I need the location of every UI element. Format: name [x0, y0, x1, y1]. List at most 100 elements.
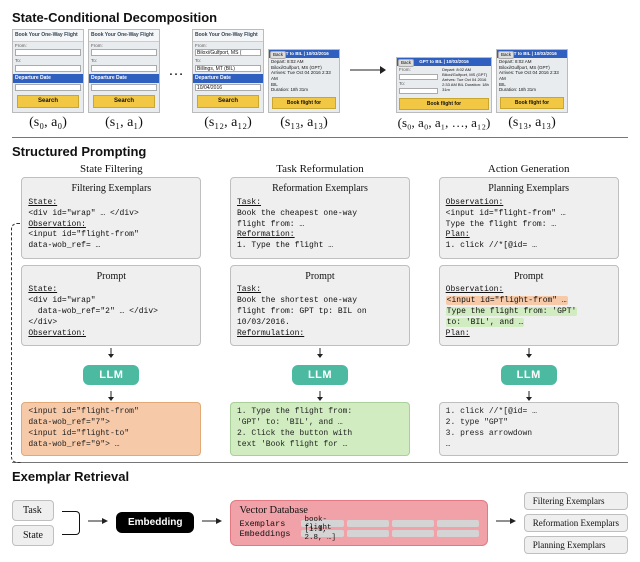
divider — [12, 137, 628, 138]
to-label: To: — [89, 57, 159, 64]
itinerary-text: Depart: 8:02 AM Biloxi/Gulfport, MS (GPT… — [440, 66, 491, 96]
state-collapsed-group: GPT to BIL | 10/03/2016 Back From: To: D… — [396, 57, 492, 131]
form-title: Book Your One-Way Flight — [193, 30, 263, 42]
vdb-row-label: Embeddings — [239, 529, 295, 539]
itinerary-text: Depart: 8:02 AM Biloxi/Gulfport, MS (GPT… — [269, 58, 339, 94]
llm-block: LLM — [292, 365, 348, 385]
state-12-group: Book Your One-Way Flight From: Biloxi/Gu… — [192, 29, 264, 131]
output-box: Planning Exemplars — [524, 536, 628, 554]
state-1-group: Book Your One-Way Flight From: To: Depar… — [88, 29, 160, 131]
to-field — [399, 88, 438, 94]
state-0-group: Book Your One-Way Flight From: To: Depar… — [12, 29, 84, 131]
vdb-stub — [437, 520, 479, 527]
join-lines — [62, 511, 80, 535]
search-button: Search — [17, 95, 79, 109]
output-exemplars: Filtering Exemplars Reformation Exemplar… — [524, 492, 628, 554]
book-button: Book flight for — [272, 97, 336, 110]
form-title: Book Your One-Way Flight — [13, 30, 83, 42]
filtering-exemplar-card: Filtering Exemplars State: <div id="wrap… — [21, 177, 201, 258]
vdb-title: Vector Database — [239, 505, 478, 516]
back-button: Back — [270, 51, 286, 59]
vdb-stub — [392, 530, 434, 537]
llm-block: LLM — [83, 365, 139, 385]
flight-form-blank: Book Your One-Way Flight From: To: Depar… — [88, 29, 160, 113]
vdb-stub — [437, 530, 479, 537]
dep-header: Departure Date — [89, 74, 159, 83]
arrow-right-icon — [88, 516, 108, 529]
from-label: From: — [13, 42, 83, 49]
section-1-title: State-Conditional Decomposition — [12, 10, 628, 25]
date-field — [15, 84, 81, 91]
from-label: From: — [193, 42, 263, 49]
divider — [12, 462, 628, 463]
book-button: Book flight for — [500, 97, 564, 110]
vdb-stub: [1.1, 2.8, …] — [301, 530, 343, 537]
section-2-title: Structured Prompting — [12, 144, 628, 159]
card-title: Planning Exemplars — [446, 182, 612, 196]
dep-header: Departure Date — [13, 74, 83, 83]
task-box: Task — [12, 500, 54, 521]
card-title: Filtering Exemplars — [28, 182, 194, 196]
card-title: Prompt — [28, 270, 194, 284]
reformation-result: 1. Type the flight from: 'GPT' to: 'BIL'… — [230, 402, 410, 455]
col-title: Action Generation — [488, 163, 570, 175]
vdb-stub: book-flight — [301, 520, 343, 527]
sa-label-0: (s₀, a₀) — [12, 115, 84, 131]
back-button: Back — [398, 59, 414, 67]
ellipsis: … — [164, 62, 188, 98]
sa-label-13b: (s₁₃, a₁₃) — [496, 115, 568, 131]
sa-label-13: (s₁₃, a₁₃) — [268, 115, 340, 131]
flight-results: GPT to BIL | 10/03/2016 Back Depart: 8:0… — [268, 49, 340, 113]
search-button: Search — [197, 95, 259, 109]
flight-results: GPT to BIL | 10/03/2016 Back Depart: 8:0… — [496, 49, 568, 113]
section-3-title: Exemplar Retrieval — [12, 469, 628, 484]
flight-form-filled: Book Your One-Way Flight From: Biloxi/Gu… — [192, 29, 264, 113]
to-label: To: — [193, 57, 263, 64]
col-state-filtering: State Filtering Filtering Exemplars Stat… — [12, 163, 211, 455]
reformation-exemplar-card: Reformation Exemplars Task: Book the che… — [230, 177, 410, 258]
sa-label-collapsed: (s₀, a₀, a₁, …, a₁₂) — [396, 115, 492, 131]
search-button: Search — [93, 95, 155, 109]
arrow-down-icon — [106, 348, 116, 361]
from-field: Biloxi/Gulfport, MS ( — [195, 49, 261, 56]
dashed-connector — [11, 223, 21, 463]
card-title: Reformation Exemplars — [237, 182, 403, 196]
vdb-row-label: Exemplars — [239, 519, 295, 529]
vdb-stub — [392, 520, 434, 527]
embedding-block: Embedding — [116, 512, 194, 533]
card-title: Prompt — [237, 270, 403, 284]
task-state-stack: Task State — [12, 500, 54, 546]
planning-prompt-card: Prompt Observation: <input id="flight-fr… — [439, 265, 619, 346]
card-title: Prompt — [446, 270, 612, 284]
flight-results: GPT to BIL | 10/03/2016 Back From: To: D… — [396, 57, 492, 113]
flight-form-blank: Book Your One-Way Flight From: To: Depar… — [12, 29, 84, 113]
arrow-right-icon — [496, 516, 516, 529]
sa-label-1: (s₁, a₁) — [88, 115, 160, 131]
structured-prompting-columns: State Filtering Filtering Exemplars Stat… — [12, 163, 628, 455]
col-task-reformulation: Task Reformulation Reformation Exemplars… — [221, 163, 420, 455]
state-13b-group: GPT to BIL | 10/03/2016 Back Depart: 8:0… — [496, 49, 568, 131]
from-label: From: — [89, 42, 159, 49]
sa-label-12: (s₁₂, a₁₂) — [192, 115, 264, 131]
col-action-generation: Action Generation Planning Exemplars Obs… — [429, 163, 628, 455]
to-label: To: — [399, 81, 438, 87]
col-title: State Filtering — [80, 163, 143, 175]
arrow-down-icon — [315, 348, 325, 361]
dep-header: Departure Date — [193, 74, 263, 83]
state-13-group: GPT to BIL | 10/03/2016 Back Depart: 8:0… — [268, 49, 340, 131]
to-field: Billings, MT (BIL) — [195, 65, 261, 72]
filtering-prompt-card: Prompt State: <div id="wrap" data-wob_re… — [21, 265, 201, 346]
book-button: Book flight for — [399, 98, 489, 111]
planning-result: 1. click //*[@id= … 2. type "GPT" 3. pre… — [439, 402, 619, 455]
date-field — [91, 84, 157, 91]
to-label: To: — [13, 57, 83, 64]
from-field — [91, 49, 157, 56]
vdb-stub — [347, 520, 389, 527]
col-title: Task Reformulation — [276, 163, 364, 175]
from-field — [15, 49, 81, 56]
itinerary-text: Depart: 8:02 AM Biloxi/Gulfport, MS (GPT… — [497, 58, 567, 94]
filtering-result: <input id="flight-from" data-wob_ref="7"… — [21, 402, 201, 455]
exemplar-retrieval-row: Task State Embedding Vector Database Exe… — [12, 488, 628, 554]
vector-database-box: Vector Database Exemplars book-flight Em… — [230, 500, 487, 546]
to-field — [15, 65, 81, 72]
